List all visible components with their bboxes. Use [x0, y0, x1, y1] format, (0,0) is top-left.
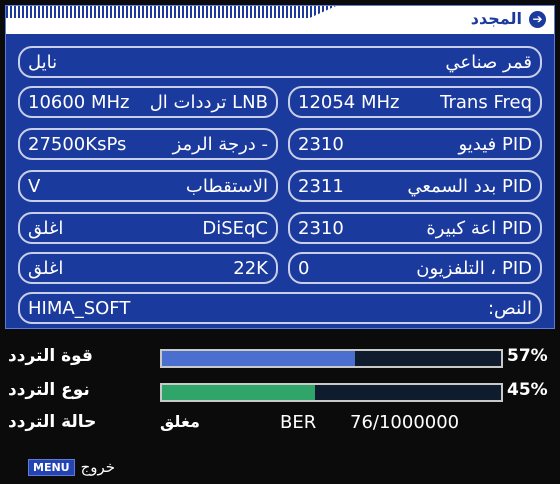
diseqc-value: اغلق — [28, 217, 64, 239]
signal-quality-bar — [160, 383, 503, 402]
diseqc-field[interactable]: اغلق DiSEqC — [18, 212, 278, 244]
polarization-label: الاستقطاب — [185, 175, 268, 197]
pcr-pid-value: 2310 — [298, 217, 344, 239]
signal-strength-label: قوة التردد — [8, 346, 93, 366]
signal-status-row: حالة التردد مغلق BER 76/1000000 — [0, 412, 560, 438]
satellite-label: قمر صناعي — [445, 51, 532, 73]
signal-strength-row: قوة التردد 57% — [0, 346, 560, 372]
signal-status-value: مغلق — [160, 412, 200, 431]
audio-pid-field[interactable]: 2311 PID بدد السمعي — [288, 170, 542, 202]
signal-status-label: حالة التردد — [8, 412, 97, 432]
satellite-value: نايل — [28, 51, 58, 73]
teletext-pid-field[interactable]: 0 PID ، التلفزيون — [288, 252, 542, 284]
video-pid-value: 2310 — [298, 133, 344, 155]
channel-edit-panel: المجدد ➔ نايل قمر صناعي 10600 MHz LNB تر… — [5, 5, 555, 329]
22k-value: اغلق — [28, 257, 64, 279]
text-label: النص: — [487, 297, 532, 319]
lnb-field[interactable]: 10600 MHz LNB ترددات ال — [18, 86, 278, 118]
signal-quality-row: نوع التردد 45% — [0, 380, 560, 406]
signal-panel: قوة التردد 57% نوع التردد 45% حالة الترد… — [0, 334, 560, 444]
satellite-field[interactable]: نايل قمر صناعي — [18, 46, 542, 78]
trans-freq-value: 12054 MHz — [298, 91, 400, 113]
signal-strength-bar — [160, 349, 503, 368]
signal-strength-fill — [162, 351, 356, 366]
video-pid-field[interactable]: 2310 PID فيديو — [288, 128, 542, 160]
22k-field[interactable]: اغلق 22K — [18, 252, 278, 284]
ber-label: BER — [280, 412, 317, 433]
text-field[interactable]: HIMA_SOFT النص: — [18, 292, 542, 324]
polarization-value: V — [28, 175, 41, 197]
pcr-pid-label: PID اعة كبيرة — [426, 217, 532, 239]
symbol-rate-value: 27500KsPs — [28, 133, 127, 155]
menu-key-icon[interactable]: MENU — [28, 458, 75, 476]
page-title: المجدد — [470, 9, 522, 28]
pcr-pid-field[interactable]: 2310 PID اعة كبيرة — [288, 212, 542, 244]
signal-quality-percent: 45% — [507, 380, 548, 400]
polarization-field[interactable]: V الاستقطاب — [18, 170, 278, 202]
back-icon[interactable]: ➔ — [529, 11, 546, 28]
diseqc-label: DiSEqC — [202, 217, 268, 239]
signal-quality-fill — [162, 385, 315, 400]
title-bar: المجدد ➔ — [6, 6, 554, 34]
symbol-rate-label: - درجة الرمز — [172, 133, 268, 155]
signal-quality-label: نوع التردد — [8, 380, 90, 400]
teletext-pid-label: PID ، التلفزيون — [416, 257, 532, 279]
trans-freq-label: Trans Freq — [440, 91, 532, 113]
title-stripes — [6, 6, 336, 18]
trans-freq-field[interactable]: 12054 MHz Trans Freq — [288, 86, 542, 118]
lnb-value: 10600 MHz — [28, 91, 130, 113]
22k-label: 22K — [233, 257, 268, 279]
ber-value: 76/1000000 — [350, 412, 460, 433]
video-pid-label: PID فيديو — [458, 133, 532, 155]
symbol-rate-field[interactable]: 27500KsPs - درجة الرمز — [18, 128, 278, 160]
text-value: HIMA_SOFT — [28, 297, 131, 319]
footer-hint: MENU خروج — [28, 458, 115, 476]
lnb-label: LNB ترددات ال — [149, 91, 268, 113]
teletext-pid-value: 0 — [298, 257, 310, 279]
exit-label: خروج — [80, 458, 116, 476]
audio-pid-label: PID بدد السمعي — [407, 175, 532, 197]
audio-pid-value: 2311 — [298, 175, 344, 197]
signal-strength-percent: 57% — [507, 346, 548, 366]
